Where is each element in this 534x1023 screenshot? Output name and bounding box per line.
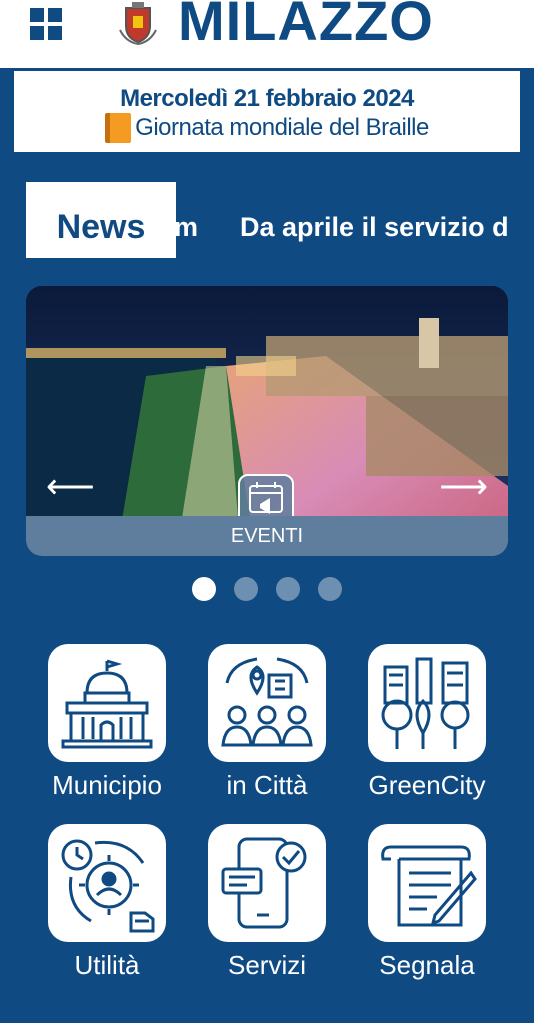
- utility-gear-icon: [61, 839, 155, 933]
- banner-event: Giornata mondiale del Braille: [135, 114, 429, 141]
- tile-servizi[interactable]: [208, 824, 326, 942]
- app-header: MILAZZO: [0, 0, 534, 68]
- world-day-banner[interactable]: Mercoledì 21 febbraio 2024 Giornata mond…: [14, 68, 520, 152]
- tile-label-in-citta: in Città: [226, 770, 308, 800]
- tile-segnala[interactable]: [368, 824, 486, 942]
- events-carousel[interactable]: ⟵ ⟶ EVENTI: [26, 286, 508, 556]
- tile-label-municipio: Municipio: [52, 770, 162, 800]
- carousel-dot-3[interactable]: [276, 577, 300, 601]
- carousel-dot-4[interactable]: [318, 577, 342, 601]
- green-city-icon: [381, 657, 470, 749]
- news-ticker-row: News m Da aprile il servizio d: [26, 182, 508, 258]
- banner-event-row: Giornata mondiale del Braille: [14, 113, 520, 143]
- tile-in-citta[interactable]: [208, 644, 326, 762]
- grid-menu-icon[interactable]: [30, 8, 62, 40]
- ticker-headline[interactable]: Da aprile il servizio d: [240, 212, 508, 243]
- ticker-fragment: m: [176, 211, 199, 242]
- carousel-prev-arrow-icon[interactable]: ⟵: [46, 470, 95, 504]
- tile-label-greencity: GreenCity: [368, 770, 486, 800]
- carousel-dot-2[interactable]: [234, 577, 258, 601]
- report-document-icon: [381, 845, 477, 927]
- brand-title: MILAZZO: [178, 0, 434, 52]
- book-icon: [105, 113, 132, 143]
- town-hall-icon: [61, 659, 153, 749]
- news-ticker[interactable]: m Da aprile il servizio d: [176, 182, 508, 258]
- news-label[interactable]: News: [26, 182, 176, 258]
- carousel-caption: EVENTI: [26, 516, 508, 556]
- tile-label-utilita: Utilità: [74, 950, 140, 980]
- tile-label-segnala: Segnala: [379, 950, 475, 980]
- city-crest-icon: [119, 2, 157, 46]
- city-people-icon: [221, 657, 313, 747]
- tile-label-servizi: Servizi: [227, 950, 306, 980]
- banner-date: Mercoledì 21 febbraio 2024: [120, 85, 414, 112]
- tile-greencity[interactable]: [368, 644, 486, 762]
- tile-municipio[interactable]: [48, 644, 166, 762]
- smartphone-services-icon: [221, 837, 307, 929]
- carousel-dot-1[interactable]: [192, 577, 216, 601]
- carousel-pagination: [192, 577, 342, 601]
- carousel-next-arrow-icon[interactable]: ⟶: [439, 470, 488, 504]
- tile-utilita[interactable]: [48, 824, 166, 942]
